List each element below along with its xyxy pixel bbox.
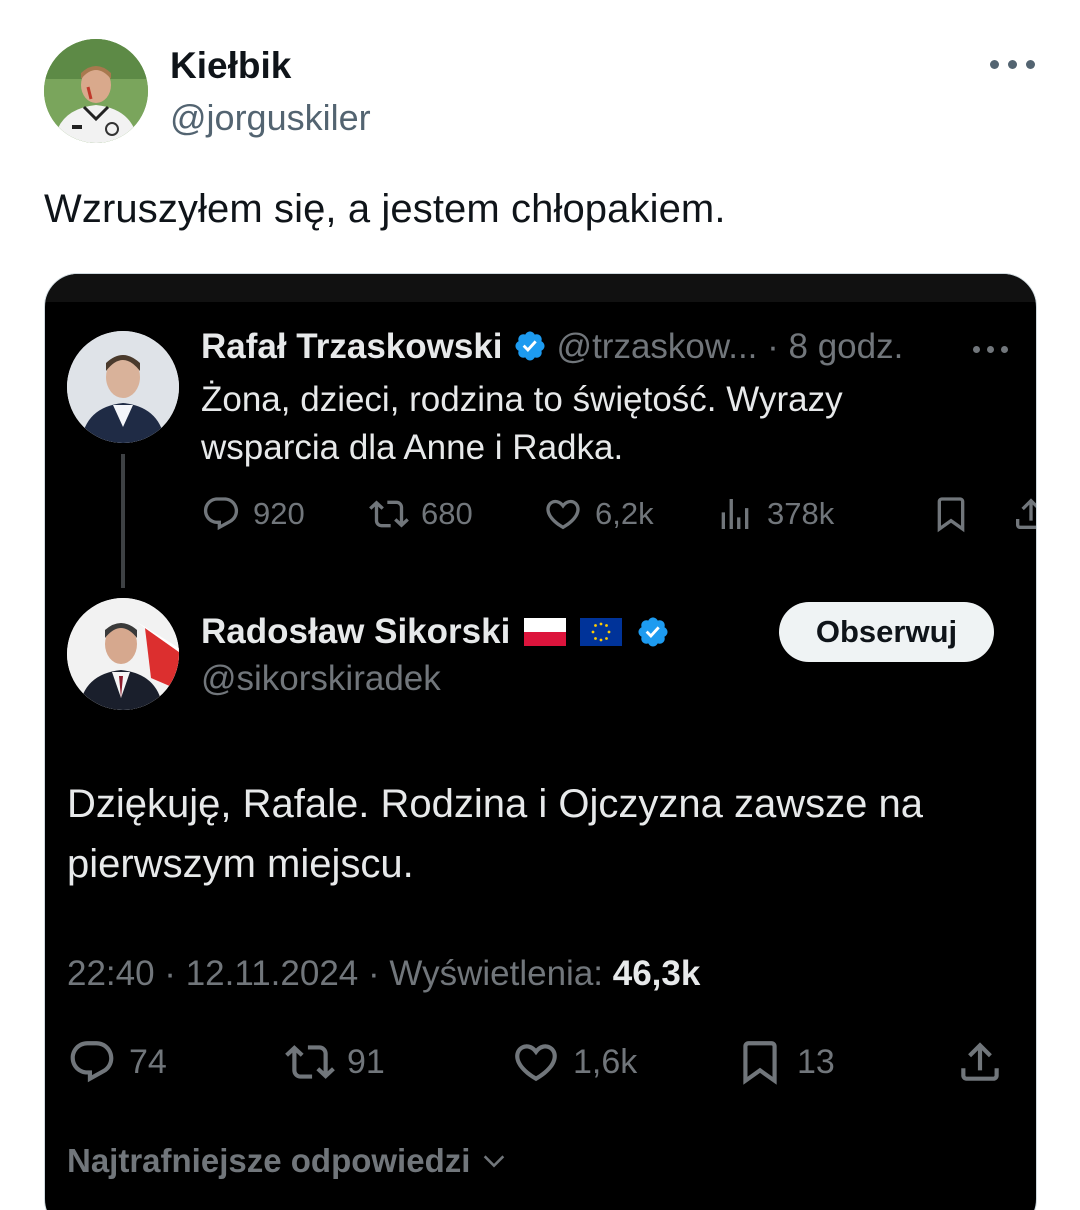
repost-icon [285,1045,335,1079]
parent-more-icon [973,340,1013,360]
chevron-down-icon [484,1155,505,1168]
parent-repost-count: 680 [421,496,473,531]
parent-author-avatar [67,331,179,443]
parent-share-action [1011,492,1036,536]
bookmark-icon [937,497,965,533]
parent-tweet-text: Żona, dzieci, rodzina to świętość. Wyraz… [201,380,843,467]
reply-icon [203,497,239,531]
parent-action-bar: 920 680 6,2k 378k [201,492,1036,536]
reply-bookmark-count: 13 [797,1042,835,1081]
parent-reply-count: 920 [253,496,305,531]
parent-tweet-header: Rafał Trzaskowski @trzaskow... · 8 godz. [201,327,903,367]
tweet-text: Wzruszyłem się, a jestem chłopakiem. [44,187,726,231]
parent-repost-action: 680 [369,492,473,536]
verified-badge-icon [515,331,545,361]
screenshot-top-edge [45,274,1036,302]
parent-like-count: 6,2k [595,496,654,531]
reply-timestamp-views: 22:40 · 12.11.2024 · Wyświetlenia: 46,3k [67,954,700,994]
replies-sort-label: Najtrafniejsze odpowiedzi [67,1142,471,1179]
reply-timestamp: 22:40 · 12.11.2024 · Wyświetlenia: [67,954,604,993]
reply-author-avatar [67,598,179,710]
flag-eu-icon [580,618,623,646]
repost-icon [369,500,409,528]
reply-icon [70,1041,114,1083]
reply-action-bar: 74 91 1,6k 13 [67,1036,1007,1088]
share-icon [961,1042,999,1081]
parent-handle-time: @trzaskow... · 8 godz. [556,327,904,366]
parent-views-action: 378k [715,492,834,536]
parent-views-count: 378k [767,496,835,531]
author-avatar[interactable] [44,39,148,143]
reply-author-handle: @sikorskiradek [201,659,441,698]
follow-button: Obserwuj [779,602,994,662]
like-icon [515,1044,557,1082]
reply-tweet-text: Dziękuję, Rafale. Rodzina i Ojczyzna zaw… [67,782,923,886]
views-icon [721,499,749,529]
parent-like-action: 6,2k [543,492,654,536]
parent-bookmark-action [931,492,971,536]
replies-sort-dropdown: Najtrafniejsze odpowiedzi [67,1142,508,1180]
like-icon [546,499,580,530]
reply-like-action: 1,6k [511,1036,637,1088]
parent-reply-action: 920 [201,492,305,536]
author-name[interactable]: Kiełbik [170,45,291,87]
reply-repost-action: 91 [285,1036,385,1088]
author-handle[interactable]: @jorguskiler [170,97,371,139]
flag-poland-icon [524,618,567,646]
reply-share-action [955,1036,1005,1088]
thread-connector-line [121,454,125,588]
reply-author-row: Radosław Sikorski [201,612,670,652]
share-icon [1016,498,1036,529]
reply-bookmark-action: 13 [735,1036,835,1088]
bookmark-icon [743,1041,777,1085]
reply-reply-count: 74 [129,1042,167,1081]
reply-reply-action: 74 [67,1036,167,1088]
verified-badge-icon [638,617,668,647]
more-options-icon[interactable] [990,52,1036,78]
reply-author-name: Radosław Sikorski [201,612,511,651]
reply-like-count: 1,6k [573,1042,638,1081]
reply-repost-count: 91 [347,1042,385,1081]
parent-author-name: Rafał Trzaskowski [201,327,503,366]
reply-views-count: 46,3k [612,954,701,993]
attached-image[interactable]: Rafał Trzaskowski @trzaskow... · 8 godz. … [44,273,1037,1210]
